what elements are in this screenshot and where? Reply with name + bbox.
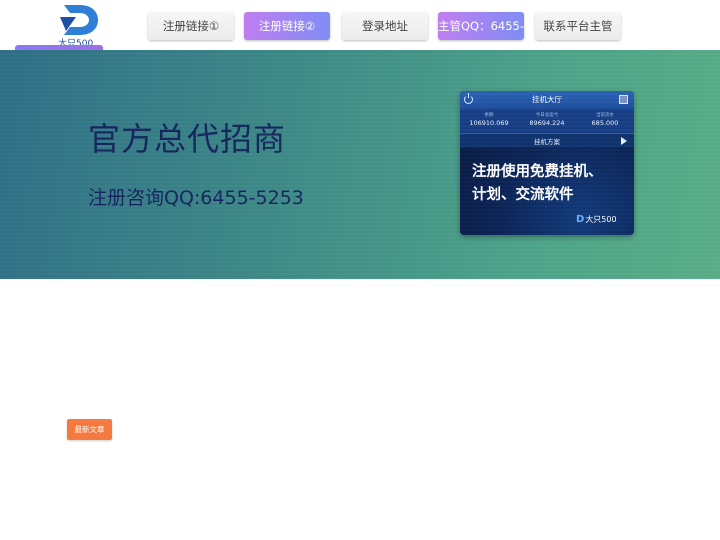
panel-logo: D大只500 (576, 214, 617, 225)
panel-logo-mark-icon: D (576, 214, 585, 225)
play-icon (621, 137, 627, 145)
stat-value: 685.000 (591, 119, 619, 127)
stat-today-profit: 今日总盈亏 89694.224 (518, 112, 576, 127)
stat-label: 当前流水 (596, 113, 614, 118)
plan-label: 挂机方案 (534, 138, 560, 146)
hero-subtitle: 注册咨询QQ:6455-5253 (88, 187, 304, 209)
panel-title: 挂机大厅 (532, 95, 562, 104)
logo-d-icon (60, 5, 98, 35)
site-logo[interactable]: 大只500 (56, 3, 100, 49)
panel-promo-area: 注册使用免费挂机、 计划、交流软件 D大只500 (460, 148, 634, 235)
panel-logo-text: 大只500 (585, 215, 617, 224)
nav-register-link-1-button[interactable]: 注册链接① (148, 12, 234, 40)
plan-bar: 挂机方案 (460, 133, 634, 147)
stat-current-turnover: 当前流水 685.000 (576, 112, 634, 127)
stat-label: 余额 (484, 113, 494, 118)
promo-line-1: 注册使用免费挂机、 (472, 164, 603, 180)
nav-login-address-button[interactable]: 登录地址 (342, 12, 428, 40)
app-preview-panel: 挂机大厅 余额 106910.069 今日总盈亏 89694.224 当前流水 … (460, 91, 634, 235)
stat-value: 106910.069 (469, 119, 509, 127)
nav-register-link-2-button[interactable]: 注册链接② (244, 12, 330, 40)
panel-header: 挂机大厅 (460, 91, 634, 109)
top-navigation-bar: 大只500 注册链接① 注册链接② 登录地址 主管QQ：6455- 联系平台主管 (0, 0, 720, 51)
hero-banner: 官方总代招商 注册咨询QQ:6455-5253 挂机大厅 余额 106910.0… (0, 50, 720, 279)
nav-manager-qq-button[interactable]: 主管QQ：6455- (438, 12, 524, 40)
stat-value: 89694.224 (529, 119, 565, 127)
stat-balance: 余额 106910.069 (460, 112, 518, 127)
promo-line-2: 计划、交流软件 (472, 187, 574, 203)
nav-contact-manager-button[interactable]: 联系平台主管 (535, 12, 621, 40)
hero-title: 官方总代招商 (88, 120, 287, 158)
menu-square-icon (619, 95, 628, 104)
latest-articles-badge[interactable]: 最新文章 (67, 419, 112, 440)
panel-stats: 余额 106910.069 今日总盈亏 89694.224 当前流水 685.0… (460, 109, 634, 133)
stat-label: 今日总盈亏 (535, 113, 559, 118)
